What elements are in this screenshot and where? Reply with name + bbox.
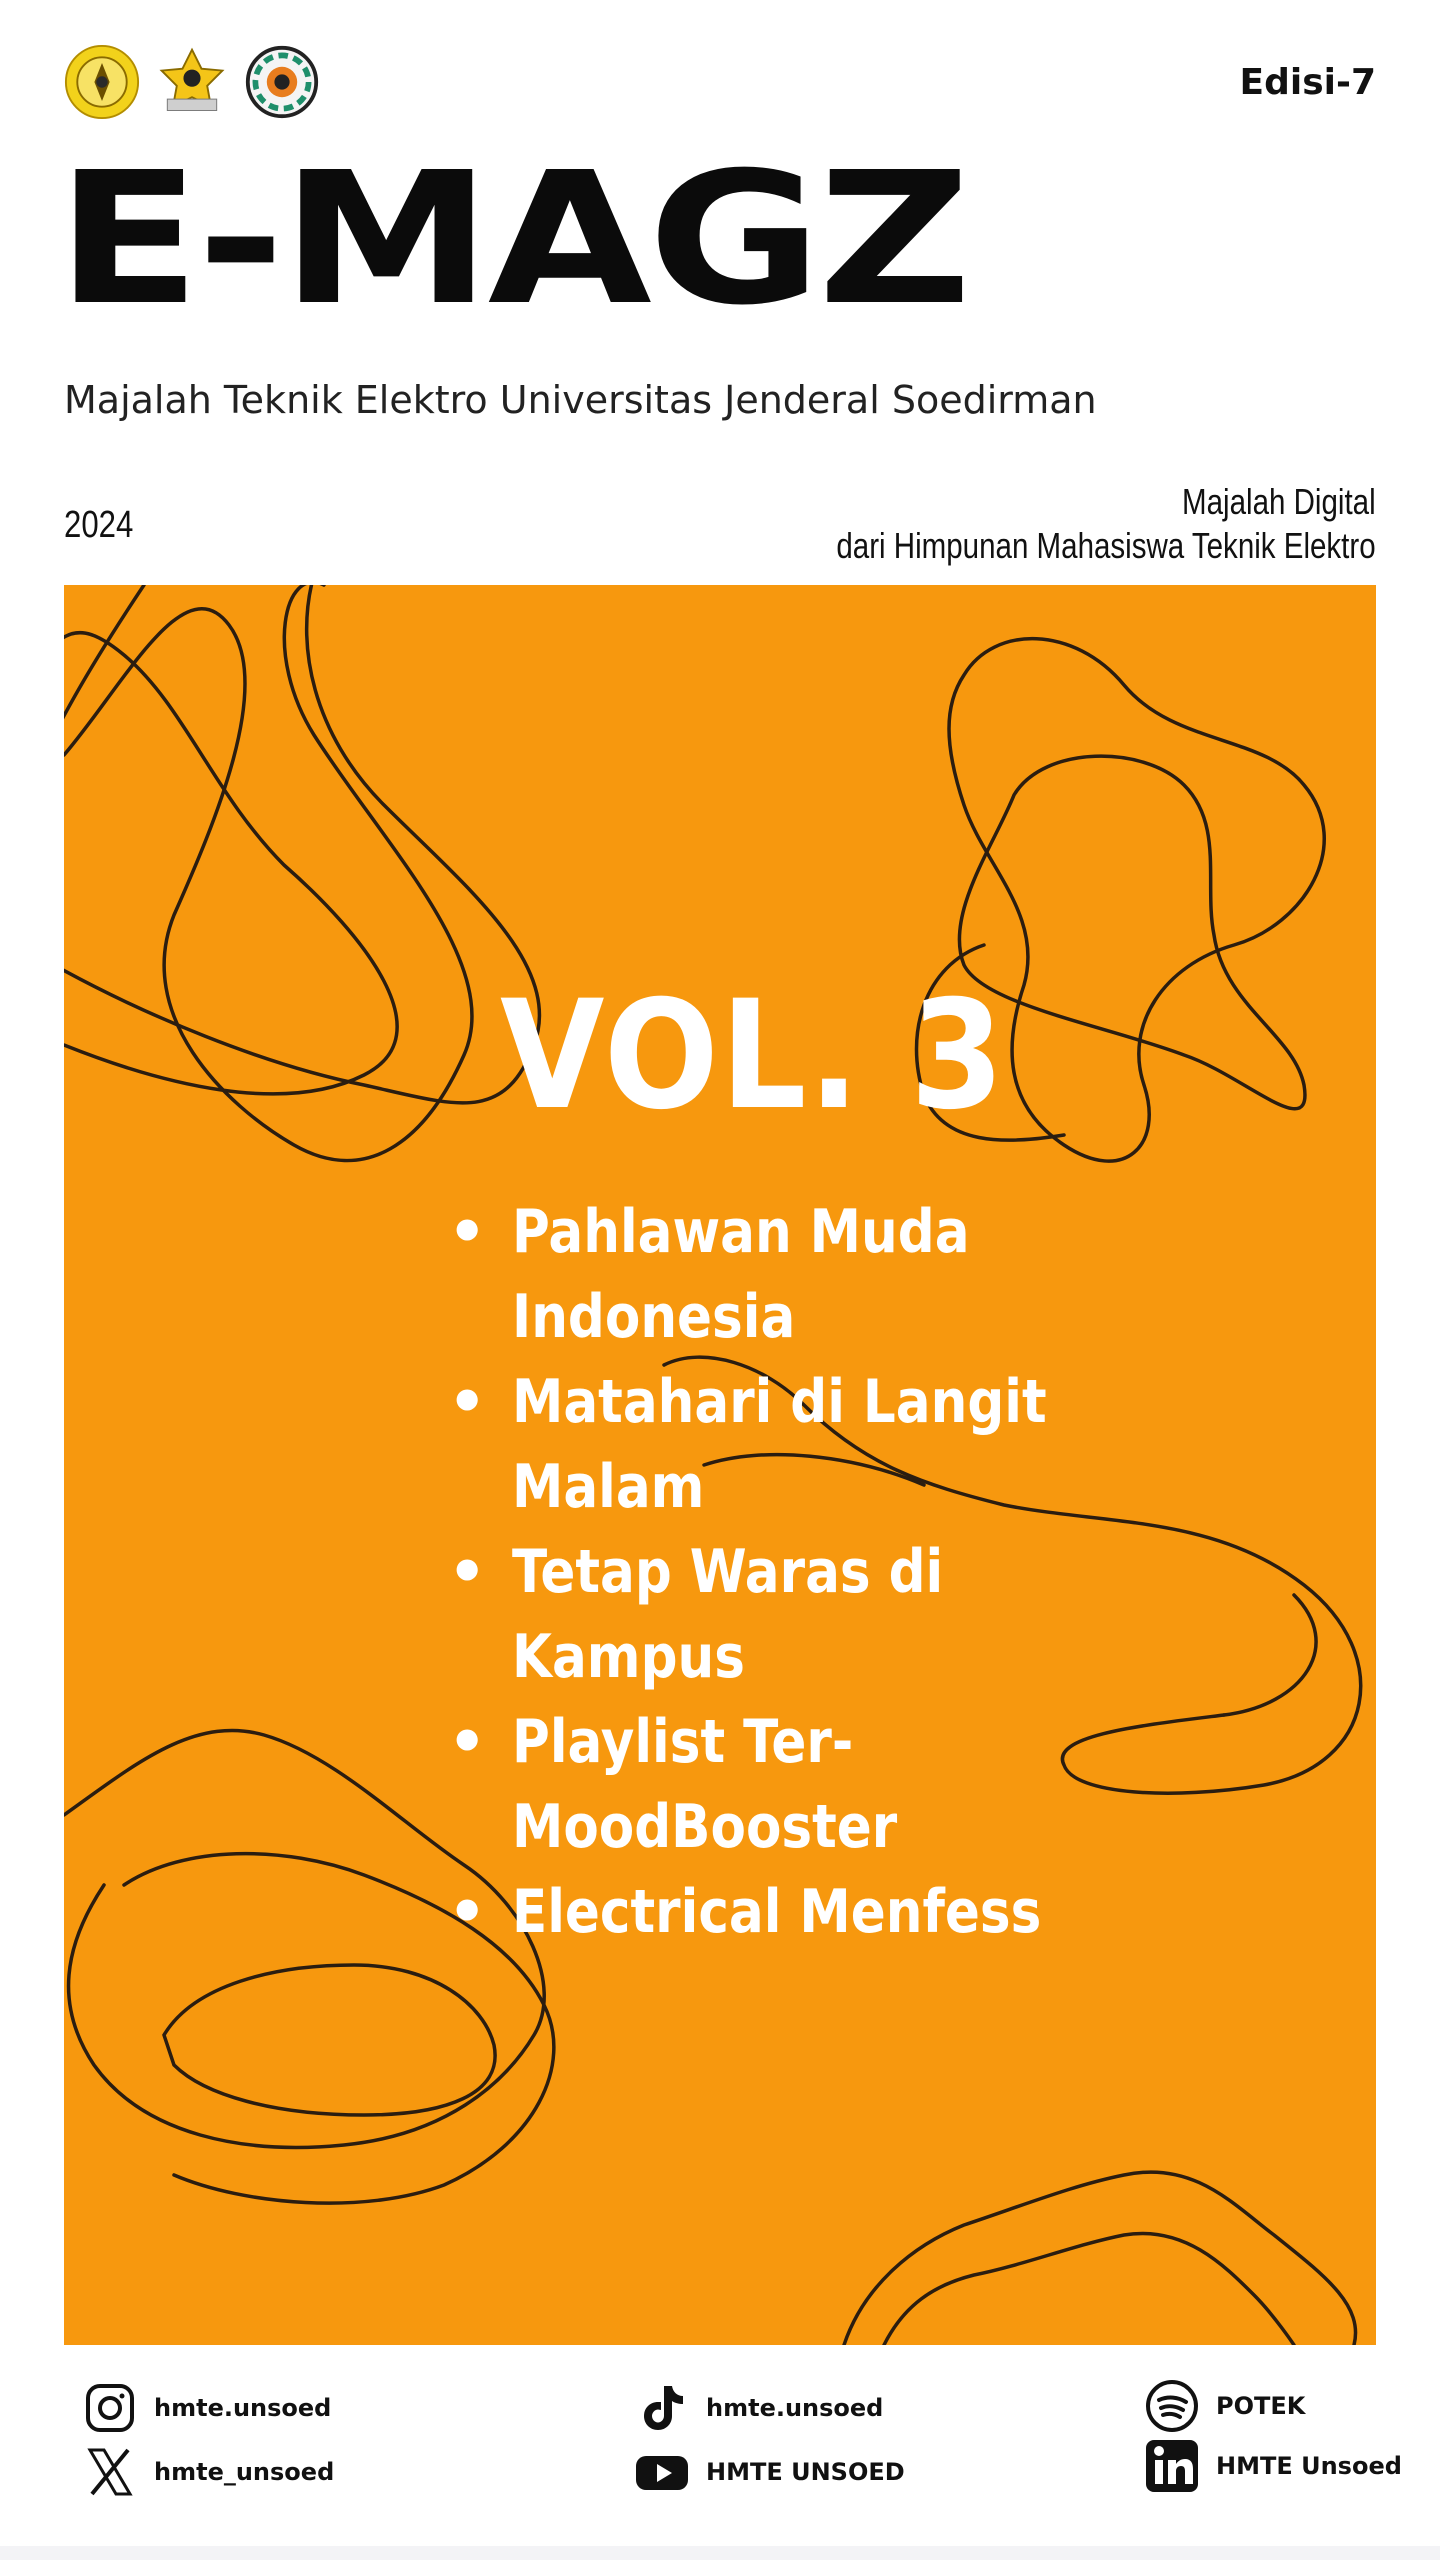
youtube-handle: HMTE UNSOED — [706, 2458, 905, 2486]
topic-item: Matahari di Langit Malam — [444, 1360, 1084, 1530]
youtube-link[interactable]: HMTE UNSOED — [634, 2444, 905, 2500]
spotify-handle: POTEK — [1216, 2392, 1306, 2420]
topic-line: MoodBooster — [512, 1792, 898, 1862]
volume-heading: VOL. 3 — [500, 969, 1006, 1143]
topic-line: Malam — [512, 1452, 705, 1522]
spotify-link[interactable]: POTEK — [1144, 2378, 1305, 2434]
tiktok-handle: hmte.unsoed — [706, 2394, 884, 2422]
topic-item: Pahlawan Muda Indonesia — [444, 1190, 1084, 1360]
topic-line: Tetap Waras di — [512, 1537, 944, 1607]
instagram-link[interactable]: hmte.unsoed — [82, 2380, 331, 2436]
topic-line: Matahari di Langit — [512, 1367, 1047, 1437]
topic-item: Playlist Ter- MoodBooster — [444, 1700, 1084, 1870]
magazine-title: E-MAGZ — [56, 132, 972, 345]
topic-line: Kampus — [512, 1622, 745, 1692]
x-link[interactable]: hmte_unsoed — [82, 2444, 334, 2500]
magazine-subtitle: Majalah Teknik Elektro Universitas Jende… — [64, 378, 1097, 422]
youtube-icon — [636, 2456, 688, 2490]
topic-line: Pahlawan Muda — [512, 1197, 970, 1267]
bottom-divider — [0, 2546, 1440, 2560]
instagram-handle: hmte.unsoed — [154, 2394, 332, 2422]
university-seal-logo — [64, 44, 140, 120]
x-handle: hmte_unsoed — [154, 2458, 335, 2486]
hmte-logo — [245, 45, 319, 119]
topic-item: Tetap Waras di Kampus — [444, 1530, 1084, 1700]
instagram-icon — [86, 2384, 134, 2432]
topic-item: Electrical Menfess — [444, 1870, 1084, 1955]
cover-panel: VOL. 3 Pahlawan Muda Indonesia Matahari … — [64, 585, 1376, 2345]
engineering-faculty-logo — [159, 47, 225, 111]
publisher-note-line1: Majalah Digital — [1182, 481, 1376, 522]
tiktok-icon — [644, 2386, 683, 2430]
header-logos — [64, 44, 320, 120]
publisher-note: Majalah Digital dari Himpunan Mahasiswa … — [837, 480, 1376, 568]
topic-line: Electrical Menfess — [512, 1877, 1042, 1947]
edition-label: Edisi-7 — [1239, 62, 1376, 103]
topic-line: Indonesia — [512, 1282, 796, 1352]
topic-line: Playlist Ter- — [512, 1707, 854, 1777]
year-label: 2024 — [64, 504, 134, 546]
tiktok-link[interactable]: hmte.unsoed — [634, 2380, 883, 2436]
linkedin-handle: HMTE Unsoed — [1216, 2452, 1402, 2480]
publisher-note-line2: dari Himpunan Mahasiswa Teknik Elektro — [836, 525, 1376, 566]
topic-list: Pahlawan Muda Indonesia Matahari di Lang… — [444, 1190, 1084, 1955]
linkedin-icon — [1146, 2440, 1198, 2492]
spotify-icon — [1146, 2380, 1198, 2432]
linkedin-link[interactable]: HMTE Unsoed — [1144, 2438, 1402, 2494]
x-icon — [87, 2448, 133, 2496]
